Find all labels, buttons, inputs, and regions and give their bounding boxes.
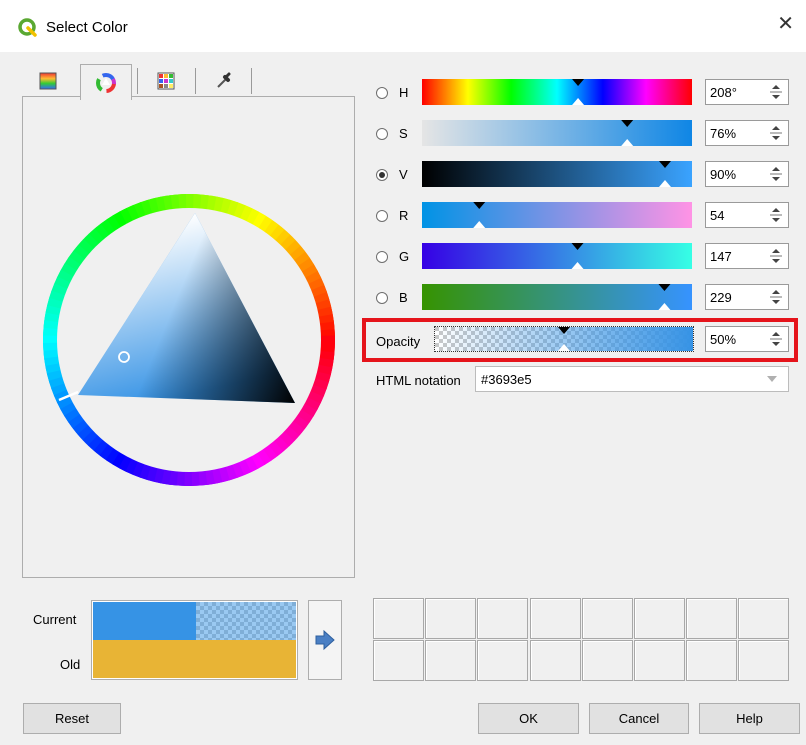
title-bar: Select Color ✕ [0, 0, 806, 52]
channel-value: 147 [710, 249, 732, 264]
channel-radio-v[interactable] [376, 169, 388, 181]
channel-slider-b[interactable] [422, 284, 692, 310]
tab-divider [137, 68, 138, 94]
spin-arrows-icon[interactable] [767, 287, 785, 307]
custom-swatch-cell[interactable] [477, 598, 529, 639]
channel-spinbox-r[interactable]: 54 [705, 202, 789, 228]
custom-swatch-cell[interactable] [581, 598, 633, 639]
channel-spinbox-g[interactable]: 147 [705, 243, 789, 269]
current-label: Current [33, 612, 77, 627]
opacity-value: 50% [710, 332, 737, 347]
reset-button[interactable]: Reset [23, 703, 121, 734]
spin-arrows-icon[interactable] [767, 164, 785, 184]
tab-color-picker[interactable] [198, 64, 250, 98]
color-ramp-icon [39, 72, 57, 90]
spin-arrows-icon[interactable] [767, 82, 785, 102]
channel-row-g: G 147 [372, 242, 792, 272]
eyedropper-icon [217, 72, 231, 88]
channel-label-b: B [399, 290, 408, 305]
custom-swatch-grid [373, 598, 791, 682]
channel-value: 54 [710, 208, 725, 223]
chevron-down-icon[interactable] [766, 375, 778, 383]
channel-label-v: V [399, 167, 408, 182]
channel-radio-g[interactable] [376, 251, 388, 263]
tab-swatches[interactable] [140, 64, 192, 98]
channel-label-g: G [399, 249, 410, 264]
qgis-logo-icon [18, 18, 37, 37]
old-label: Old [60, 657, 81, 672]
custom-swatch-cell[interactable] [425, 640, 477, 681]
channel-row-r: R 54 [372, 201, 792, 231]
html-notation-field[interactable]: #3693e5 [475, 366, 789, 392]
color-wheel-panel [22, 96, 355, 578]
ok-button[interactable]: OK [478, 703, 579, 734]
swatches-grid-icon [157, 72, 175, 90]
opacity-slider[interactable] [434, 326, 694, 352]
spin-arrows-icon[interactable] [767, 123, 785, 143]
custom-swatch-cell[interactable] [581, 640, 633, 681]
cancel-button[interactable]: Cancel [589, 703, 689, 734]
channel-row-h: H 208° [372, 78, 792, 108]
current-color-opaque [93, 602, 196, 640]
opacity-spinbox[interactable]: 50% [705, 326, 789, 352]
window-title: Select Color [46, 19, 128, 36]
channel-slider-v[interactable] [422, 161, 692, 187]
channel-value: 229 [710, 290, 732, 305]
channel-radio-s[interactable] [376, 128, 388, 140]
arrow-right-icon [315, 629, 335, 651]
opacity-label: Opacity [376, 334, 421, 349]
tab-color-wheel[interactable] [80, 64, 132, 100]
channel-row-s: S 76% [372, 119, 792, 149]
channel-value: 76% [710, 126, 737, 141]
channel-slider-g[interactable] [422, 243, 692, 269]
custom-swatch-cell[interactable] [686, 640, 738, 681]
current-color-transparent [196, 602, 296, 640]
channel-spinbox-s[interactable]: 76% [705, 120, 789, 146]
color-wheel-icon [96, 72, 116, 93]
channel-label-r: R [399, 208, 409, 223]
custom-swatch-cell[interactable] [373, 598, 424, 639]
current-color-swatch[interactable] [93, 602, 296, 640]
channel-slider-r[interactable] [422, 202, 692, 228]
spin-arrows-icon[interactable] [767, 329, 785, 349]
tab-divider [195, 68, 196, 94]
channel-spinbox-h[interactable]: 208° [705, 79, 789, 105]
close-icon[interactable]: ✕ [777, 14, 794, 34]
custom-swatch-cell[interactable] [686, 598, 738, 639]
custom-swatch-cell[interactable] [529, 598, 581, 639]
custom-swatch-cell[interactable] [529, 640, 581, 681]
custom-swatch-cell[interactable] [477, 640, 529, 681]
custom-swatch-cell[interactable] [634, 598, 685, 639]
custom-swatch-cell[interactable] [738, 640, 790, 681]
color-preview [91, 600, 298, 680]
custom-swatch-cell[interactable] [634, 640, 685, 681]
html-notation-label: HTML notation [376, 373, 461, 388]
channel-label-h: H [399, 85, 409, 100]
channel-value: 208° [710, 85, 737, 100]
custom-swatch-cell[interactable] [425, 598, 477, 639]
old-color-swatch[interactable] [93, 640, 296, 678]
spin-arrows-icon[interactable] [767, 205, 785, 225]
channel-spinbox-b[interactable]: 229 [705, 284, 789, 310]
custom-swatch-cell[interactable] [373, 640, 424, 681]
tab-divider [251, 68, 252, 94]
channel-row-b: B 229 [372, 283, 792, 313]
channel-label-s: S [399, 126, 408, 141]
html-notation-value: #3693e5 [481, 372, 532, 387]
channel-value: 90% [710, 167, 737, 182]
channel-slider-h[interactable] [422, 79, 692, 105]
channel-radio-b[interactable] [376, 292, 388, 304]
channel-row-v: V 90% [372, 160, 792, 190]
channel-slider-s[interactable] [422, 120, 692, 146]
channel-radio-h[interactable] [376, 87, 388, 99]
use-color-button[interactable] [308, 600, 342, 680]
spin-arrows-icon[interactable] [767, 246, 785, 266]
channel-spinbox-v[interactable]: 90% [705, 161, 789, 187]
help-button[interactable]: Help [699, 703, 800, 734]
custom-swatch-cell[interactable] [738, 598, 790, 639]
channel-radio-r[interactable] [376, 210, 388, 222]
tab-color-ramp[interactable] [22, 64, 74, 98]
